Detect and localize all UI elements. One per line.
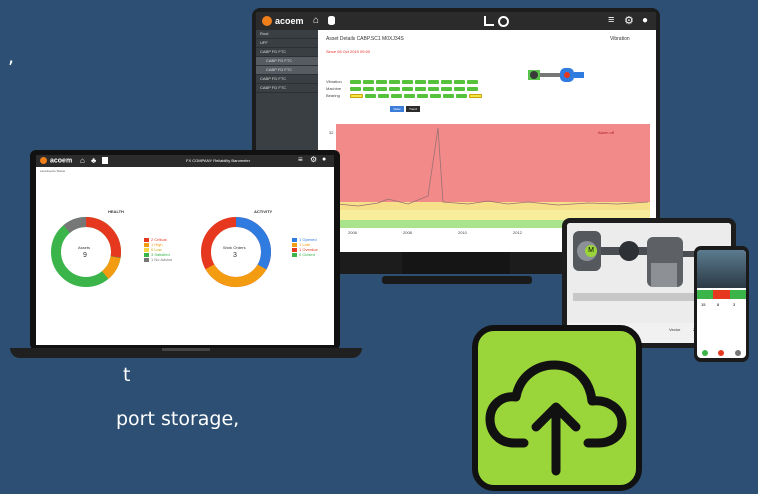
legend-item: 1 No Advise	[144, 257, 172, 262]
breadcrumb: Last Events Status	[40, 169, 66, 173]
row-label: Vibration	[326, 79, 342, 84]
value-button[interactable]: Value	[390, 106, 404, 112]
user-icon[interactable]: ●	[322, 156, 326, 163]
sidebar-item[interactable]: CABP FD FTC	[256, 48, 318, 57]
activity-center-value: 3	[233, 252, 237, 259]
sidebar-item[interactable]: CABP FD FTC	[256, 57, 318, 66]
status-badge: M	[585, 245, 597, 257]
sidebar-item[interactable]: Root	[256, 30, 318, 39]
health-center-label: Assets	[78, 245, 91, 250]
x-tick: 2008	[403, 230, 413, 235]
vibration-label[interactable]: Vibration	[610, 36, 630, 42]
gear-icon[interactable]: ⚙	[310, 155, 317, 164]
x-tick: 2012	[513, 230, 523, 235]
vector-button[interactable]: Vector	[669, 327, 680, 332]
brand-logo: acoem	[262, 16, 304, 27]
bg-text-line2: port storage,	[116, 408, 240, 430]
activity-legend: 1 Opened 1 Late 1 Overdue 0 Closed	[292, 237, 318, 257]
phone-value: 3	[733, 302, 736, 307]
nav-icon[interactable]	[734, 350, 741, 356]
bg-text-line1: t	[123, 364, 131, 386]
gear-icon[interactable]: ⚙	[624, 14, 634, 27]
sidebar-item[interactable]: UFF	[256, 39, 318, 48]
laptop: acoem ⌂ ♣ FX COMPANY Reliability Baromet…	[30, 150, 340, 350]
phone-photo	[697, 250, 746, 288]
laptop-notch	[162, 348, 210, 351]
user-icon[interactable]: ●	[642, 15, 648, 26]
machine-diagram	[528, 68, 584, 82]
sidebar-item[interactable]: CABP FD FTC	[256, 66, 318, 75]
monitor-top-bar: acoem ⌂ ≡ ⚙ ●	[256, 12, 656, 30]
y-tick: 32	[329, 130, 334, 135]
status-row	[350, 80, 478, 84]
cloud-upload-tile	[472, 325, 642, 491]
phone-nav	[697, 350, 746, 358]
legend-item: 0 Closed	[292, 252, 318, 257]
report-icon[interactable]	[102, 157, 108, 164]
database-icon[interactable]	[328, 16, 335, 25]
monitor-base	[382, 276, 532, 284]
home-icon[interactable]: ⌂	[313, 15, 319, 26]
laptop-title: FX COMPANY Reliability Barometer	[186, 158, 251, 163]
activity-center-label: Work Orders	[223, 245, 246, 250]
cloud-upload-icon	[485, 360, 627, 476]
status-row	[350, 94, 482, 98]
row-label: Machine	[326, 86, 342, 91]
phone: 15 8 3	[694, 246, 749, 362]
sidebar-item[interactable]: CABP FD FTC	[256, 75, 318, 84]
sidebar-item[interactable]: CABP FD FTC	[256, 84, 318, 93]
since-date: Since 08 Oct 2019 09:00	[326, 49, 371, 54]
bg-text-top: ,	[8, 46, 15, 68]
asset-title: Asset Details CABP.SC1 M0XJ34S	[326, 36, 404, 42]
laptop-top-bar: acoem ⌂ ♣ FX COMPANY Reliability Baromet…	[36, 155, 334, 167]
health-legend: 2 Critical 1 High 0 Low 3 Satisfied 1 No…	[144, 237, 172, 262]
status-row	[350, 87, 478, 91]
phone-screen: 15 8 3	[697, 250, 746, 358]
phone-value: 8	[717, 302, 720, 307]
clock-icon[interactable]	[498, 16, 509, 27]
phone-status-row	[697, 290, 746, 299]
nav-icon[interactable]	[702, 350, 709, 356]
home-icon[interactable]: ⌂	[80, 156, 85, 165]
laptop-screen: acoem ⌂ ♣ FX COMPANY Reliability Baromet…	[36, 155, 334, 345]
brand-logo: acoem	[40, 157, 72, 164]
chart-icon[interactable]	[484, 16, 494, 26]
menu-icon[interactable]: ≡	[298, 155, 303, 164]
health-title: HEALTH	[108, 209, 124, 214]
x-tick: 2006	[348, 230, 358, 235]
alarm-tag: Alarm off	[598, 130, 615, 135]
activity-title: ACTIVITY	[254, 209, 273, 214]
phone-value: 15	[701, 302, 706, 307]
x-tick: 2010	[458, 230, 468, 235]
nav-icon[interactable]	[718, 350, 725, 356]
trend-button[interactable]: Trend	[406, 106, 420, 112]
monitor-stand	[402, 252, 510, 274]
org-icon[interactable]: ♣	[91, 156, 96, 165]
health-center-value: 9	[83, 252, 87, 259]
row-label: Bearing	[326, 93, 340, 98]
menu-icon[interactable]: ≡	[608, 14, 614, 26]
